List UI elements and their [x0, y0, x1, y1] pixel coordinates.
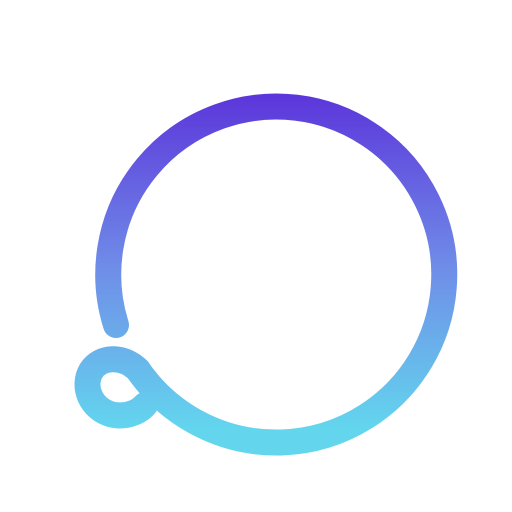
icon-canvas	[0, 0, 512, 512]
logo-ring	[95, 93, 458, 456]
ring-chat-bubble-logo-icon	[74, 93, 458, 456]
